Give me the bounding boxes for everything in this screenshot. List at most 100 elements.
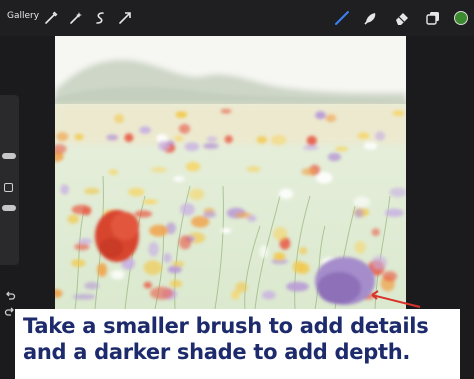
brush-icon[interactable]: [333, 9, 351, 27]
flower-bloom: [72, 293, 96, 300]
flower-bloom: [220, 108, 232, 114]
flower-bloom: [371, 228, 380, 237]
flower-bloom: [384, 208, 404, 217]
flower-bloom: [143, 281, 152, 289]
flower-bloom: [67, 214, 80, 224]
flower-bloom: [148, 241, 159, 257]
flower-bloom: [301, 167, 316, 176]
pointer-arrow: [371, 290, 421, 308]
purple-clover: [315, 257, 375, 305]
brush-size-slider[interactable]: [2, 153, 16, 159]
flower-bloom: [60, 184, 69, 195]
flower-bloom: [375, 131, 385, 141]
flower-bloom: [171, 261, 185, 268]
flower-bloom: [71, 259, 86, 268]
flower-bloom: [106, 134, 119, 141]
top-toolbar: Gallery: [0, 0, 474, 36]
meadow-painting: [55, 60, 406, 309]
red-poppy: [95, 210, 139, 262]
flower-bloom: [151, 166, 167, 173]
flower-bloom: [114, 114, 125, 124]
flower-bloom: [372, 255, 387, 270]
flower-bloom: [169, 279, 182, 288]
flower-bloom: [74, 243, 90, 251]
selection-icon[interactable]: [67, 9, 85, 27]
adjustments-icon[interactable]: [42, 9, 60, 27]
flower-bloom: [389, 187, 406, 198]
flower-bloom: [110, 269, 125, 280]
flower-bloom: [234, 212, 252, 219]
transform-icon[interactable]: [91, 9, 109, 27]
flower-bloom: [357, 132, 370, 140]
flower-bloom: [56, 132, 69, 142]
flower-bloom: [292, 260, 304, 274]
flower-bloom: [78, 238, 93, 245]
flower-bloom: [270, 135, 287, 146]
drawing-canvas[interactable]: [55, 36, 406, 309]
flower-bloom: [84, 187, 100, 195]
opacity-slider[interactable]: [2, 205, 16, 211]
flower-bloom: [259, 245, 269, 258]
flower-bloom: [149, 286, 174, 300]
flower-bloom: [392, 110, 405, 117]
actions-icon[interactable]: [116, 9, 134, 27]
flower-bloom: [220, 227, 232, 234]
tutorial-caption: Take a smaller brush to add details and …: [15, 309, 460, 379]
caption-line-1: Take a smaller brush to add details: [23, 314, 429, 338]
flower-bloom: [286, 281, 309, 292]
flower-bloom: [246, 166, 261, 172]
flower-bloom: [256, 136, 268, 144]
flower-bloom: [179, 235, 192, 250]
flower-bloom: [142, 199, 158, 205]
flower-bloom: [306, 135, 317, 146]
flower-bloom: [261, 290, 276, 300]
flower-bloom: [175, 111, 188, 118]
flower-bloom: [139, 126, 151, 134]
flower-bloom: [173, 175, 185, 182]
sidebar: [0, 95, 19, 316]
flower-bloom: [278, 188, 294, 200]
smudge-icon[interactable]: [362, 9, 380, 27]
modify-button[interactable]: [4, 183, 13, 192]
flower-bloom: [206, 136, 218, 142]
flower-bloom: [163, 252, 172, 263]
flower-bloom: [273, 252, 286, 261]
flower-bloom: [334, 146, 349, 152]
gallery-button[interactable]: Gallery: [7, 11, 39, 21]
layers-icon[interactable]: [424, 9, 442, 27]
flower-bloom: [158, 140, 170, 151]
flower-bloom: [354, 208, 364, 218]
flower-bloom: [353, 196, 371, 207]
flower-bloom: [74, 133, 84, 141]
flower-bloom: [124, 133, 134, 143]
eraser-icon[interactable]: [393, 9, 411, 27]
flower-bloom: [191, 216, 210, 228]
color-picker-button[interactable]: [454, 11, 468, 25]
flower-bloom: [363, 142, 378, 150]
flower-bloom: [325, 114, 337, 123]
flower-bloom: [108, 169, 119, 176]
flower-bloom: [174, 135, 184, 142]
flower-bloom: [382, 271, 398, 282]
undo-button[interactable]: [4, 287, 16, 300]
flower-bloom: [71, 204, 92, 215]
flower-bloom: [180, 203, 195, 216]
flower-bloom: [203, 143, 219, 149]
caption-line-2: and a darker shade to add depth.: [23, 340, 411, 364]
flower-bloom: [303, 144, 319, 151]
flower-bloom: [185, 161, 201, 172]
flower-bloom: [354, 240, 366, 254]
flower-bloom: [203, 211, 217, 218]
flower-bloom: [189, 188, 205, 201]
flower-bloom: [149, 224, 169, 237]
flower-bloom: [143, 260, 163, 276]
flower-bloom: [315, 111, 326, 120]
flower-bloom: [327, 152, 341, 162]
flower-bloom: [235, 281, 248, 293]
flower-bloom: [273, 227, 288, 241]
flower-bloom: [134, 210, 153, 218]
flower-bloom: [299, 247, 308, 255]
flower-bloom: [178, 123, 191, 134]
flower-bloom: [184, 142, 200, 152]
flower-bloom: [128, 187, 145, 197]
